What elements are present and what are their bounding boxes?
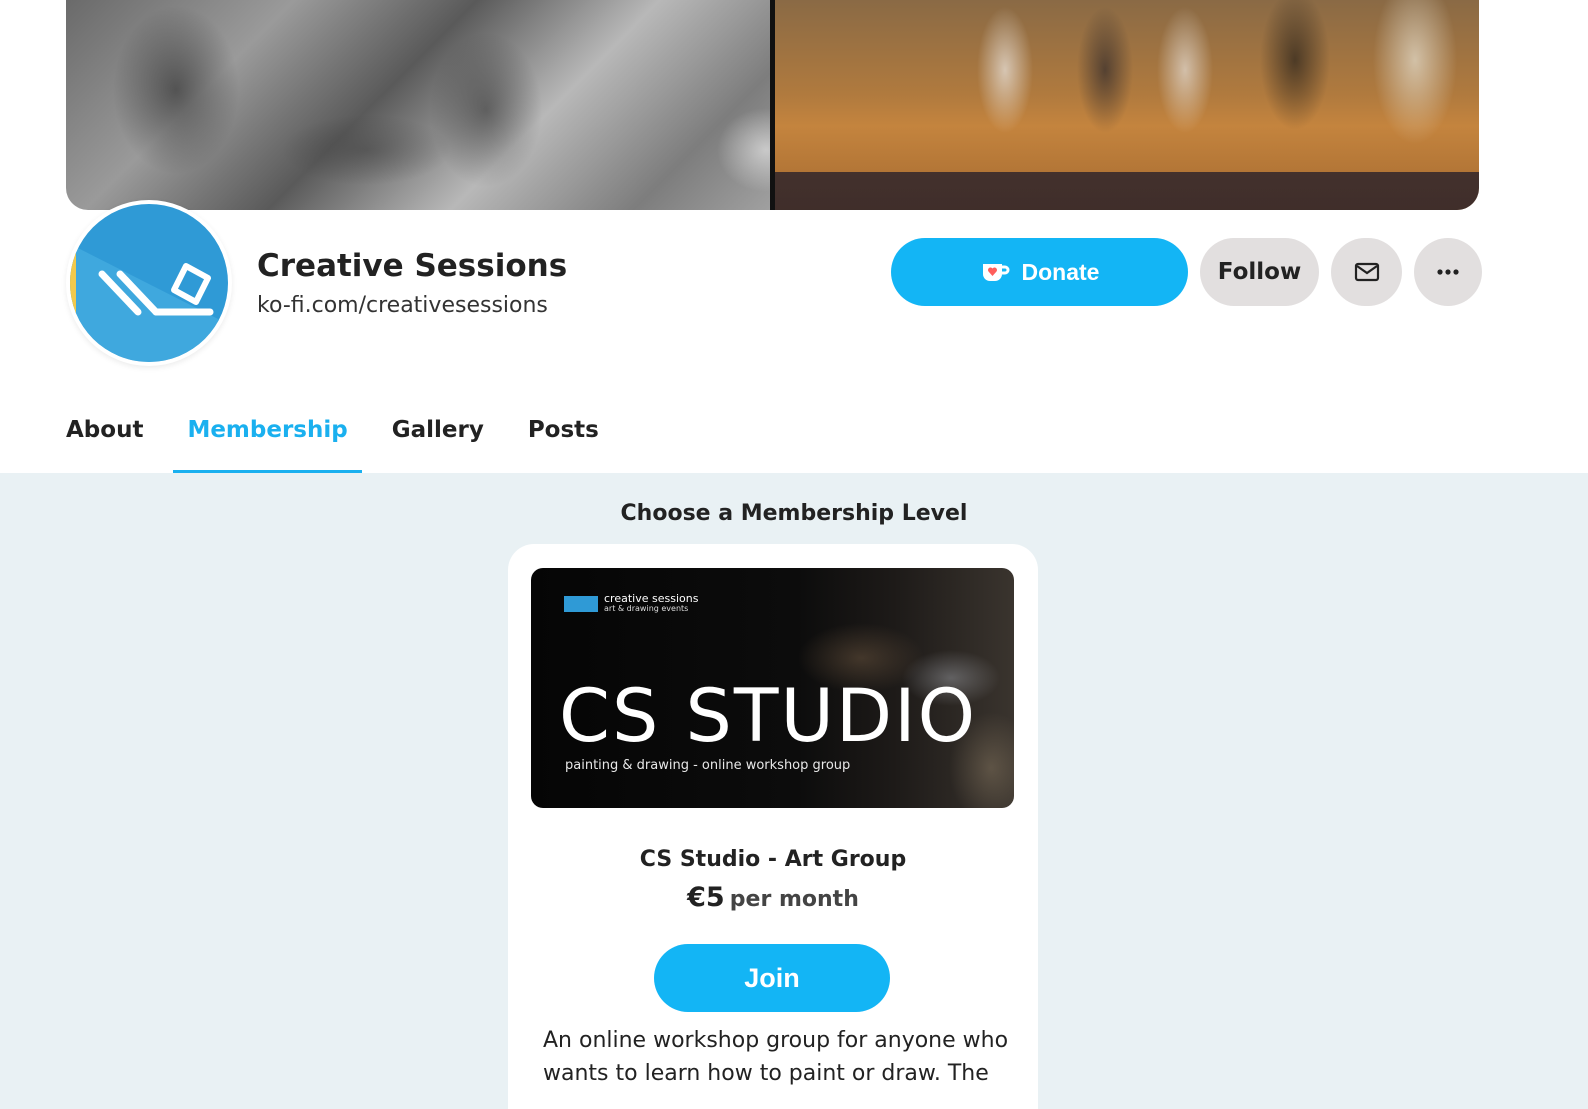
- tab-membership[interactable]: Membership: [165, 412, 369, 474]
- tier-price-amount: €5: [687, 882, 725, 913]
- banner-photo-right: [775, 0, 1479, 210]
- tier-image-title: CS STUDIO: [559, 674, 978, 759]
- tier-description: An online workshop group for anyone who …: [543, 1028, 1009, 1086]
- logo-icon: [564, 595, 598, 612]
- more-dots-icon: [1437, 269, 1459, 275]
- avatar-accent-stripe: [70, 204, 76, 362]
- membership-tier-card: creative sessions art & drawing events C…: [508, 544, 1038, 1109]
- tab-gallery[interactable]: Gallery: [370, 412, 506, 474]
- tier-name: CS Studio - Art Group: [639, 847, 907, 872]
- cover-banner: [66, 0, 1479, 210]
- tab-posts[interactable]: Posts: [506, 412, 621, 474]
- join-button[interactable]: Join: [654, 944, 890, 1012]
- mail-icon: [1354, 262, 1379, 282]
- creator-url: ko-fi.com/creativesessions: [257, 293, 548, 318]
- message-button[interactable]: [1331, 238, 1402, 306]
- profile-tabs: About Membership Gallery Posts: [66, 412, 621, 474]
- tier-image-logo: creative sessions art & drawing events: [564, 592, 699, 613]
- donate-button[interactable]: Donate: [891, 238, 1188, 306]
- brush-logo-icon: [70, 244, 228, 362]
- tier-image-subtitle: painting & drawing - online workshop gro…: [565, 758, 851, 773]
- tier-price: €5 per month: [508, 882, 1038, 913]
- tier-image: creative sessions art & drawing events C…: [531, 568, 1014, 808]
- tier-price-period: per month: [729, 887, 859, 912]
- avatar-logo: [70, 204, 228, 362]
- avatar[interactable]: [66, 200, 232, 366]
- banner-photo-left: [66, 0, 770, 210]
- coffee-cup-icon: [980, 260, 1010, 284]
- membership-section: Choose a Membership Level creative sessi…: [0, 473, 1588, 1109]
- donate-label: Donate: [1021, 258, 1100, 285]
- tier-image-logo-text: creative sessions: [604, 592, 699, 605]
- tab-about[interactable]: About: [66, 412, 165, 474]
- follow-button[interactable]: Follow: [1200, 238, 1319, 306]
- section-title: Choose a Membership Level: [620, 501, 968, 526]
- tier-image-logo-sub: art & drawing events: [604, 604, 689, 613]
- more-options-button[interactable]: [1414, 238, 1482, 306]
- creator-name: Creative Sessions: [257, 248, 568, 284]
